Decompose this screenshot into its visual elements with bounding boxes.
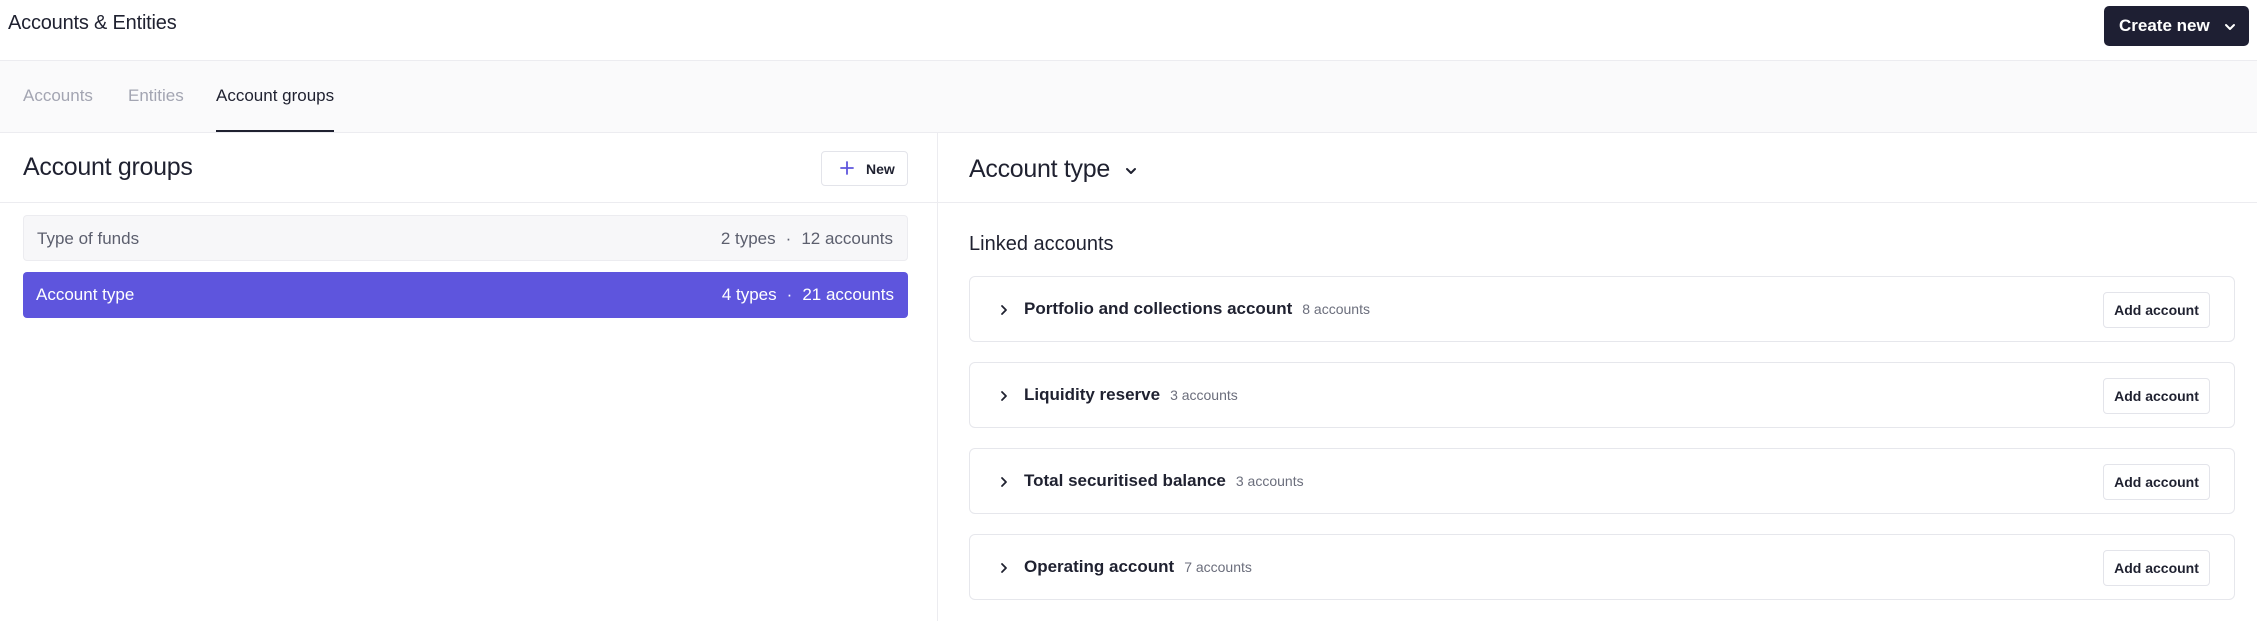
group-row-type-of-funds[interactable]: Type of funds 2 types · 12 accounts	[23, 215, 908, 261]
group-selector[interactable]: Account type	[969, 153, 1138, 185]
group-detail-title: Account type	[969, 154, 1110, 183]
add-account-button[interactable]: Add account	[2103, 292, 2210, 328]
group-accounts-count: 12 accounts	[801, 229, 893, 248]
group-accounts-count: 21 accounts	[802, 285, 894, 304]
group-detail-panel: Account type Linked accounts Portfolio a…	[938, 133, 2257, 621]
chevron-down-icon	[1124, 156, 1138, 185]
group-row-account-type[interactable]: Account type 4 types · 21 accounts	[23, 272, 908, 318]
account-card-operating: Operating account 7 accounts Add account	[969, 534, 2235, 600]
create-new-label: Create new	[2119, 16, 2210, 35]
group-meta: 2 types · 12 accounts	[721, 229, 893, 249]
new-group-button[interactable]: New	[821, 151, 908, 186]
tab-bar: Accounts Entities Account groups	[0, 61, 2257, 133]
add-account-button[interactable]: Add account	[2103, 550, 2210, 586]
separator-dot: ·	[785, 229, 792, 248]
account-card-portfolio: Portfolio and collections account 8 accou…	[969, 276, 2235, 342]
plus-icon	[840, 161, 854, 178]
new-group-label: New	[866, 161, 895, 177]
account-count: 7 accounts	[1184, 559, 1252, 575]
group-name: Account type	[36, 285, 135, 304]
divider	[938, 202, 2257, 203]
chevron-down-icon	[2223, 19, 2237, 39]
page-title: Accounts & Entities	[8, 12, 177, 34]
account-count: 8 accounts	[1302, 301, 1370, 317]
account-groups-panel: Account groups New Type of funds 2 types…	[0, 133, 938, 621]
account-count: 3 accounts	[1235, 473, 1304, 489]
tab-entities[interactable]: Entities	[128, 61, 184, 132]
account-card-liquidity: Liquidity reserve 3 accounts Add account	[969, 362, 2235, 428]
chevron-right-icon[interactable]	[997, 303, 1011, 322]
add-account-button[interactable]: Add account	[2103, 464, 2210, 500]
group-name: Type of funds	[37, 229, 140, 248]
account-name: Portfolio and collections account 8 accou…	[1024, 299, 1370, 319]
top-bar: Accounts & Entities Create new	[0, 0, 2257, 61]
group-meta: 4 types · 21 accounts	[722, 285, 894, 305]
account-groups-title: Account groups	[23, 153, 193, 181]
tab-account-groups[interactable]: Account groups	[216, 61, 335, 132]
chevron-right-icon[interactable]	[997, 561, 1011, 580]
account-name: Operating account 7 accounts	[1024, 557, 1252, 577]
separator-dot: ·	[786, 285, 793, 304]
chevron-right-icon[interactable]	[997, 475, 1011, 494]
account-name: Liquidity reserve 3 accounts	[1024, 385, 1238, 405]
account-count: 3 accounts	[1170, 387, 1238, 403]
group-types-count: 2 types	[720, 229, 776, 248]
add-account-button[interactable]: Add account	[2103, 378, 2210, 414]
linked-accounts-title: Linked accounts	[969, 233, 1114, 255]
account-name-text: Liquidity reserve	[1024, 385, 1161, 404]
account-name-text: Portfolio and collections account	[1024, 299, 1293, 318]
account-name-text: Total securitised balance	[1024, 471, 1226, 490]
account-groups-header: Account groups New	[0, 133, 937, 203]
tab-accounts[interactable]: Accounts	[23, 61, 93, 132]
group-types-count: 4 types	[721, 285, 777, 304]
account-name: Total securitised balance 3 accounts	[1024, 471, 1304, 491]
account-card-securitised: Total securitised balance 3 accounts Add …	[969, 448, 2235, 514]
create-new-button[interactable]: Create new	[2104, 6, 2249, 46]
account-name-text: Operating account	[1024, 557, 1175, 576]
chevron-right-icon[interactable]	[997, 389, 1011, 408]
